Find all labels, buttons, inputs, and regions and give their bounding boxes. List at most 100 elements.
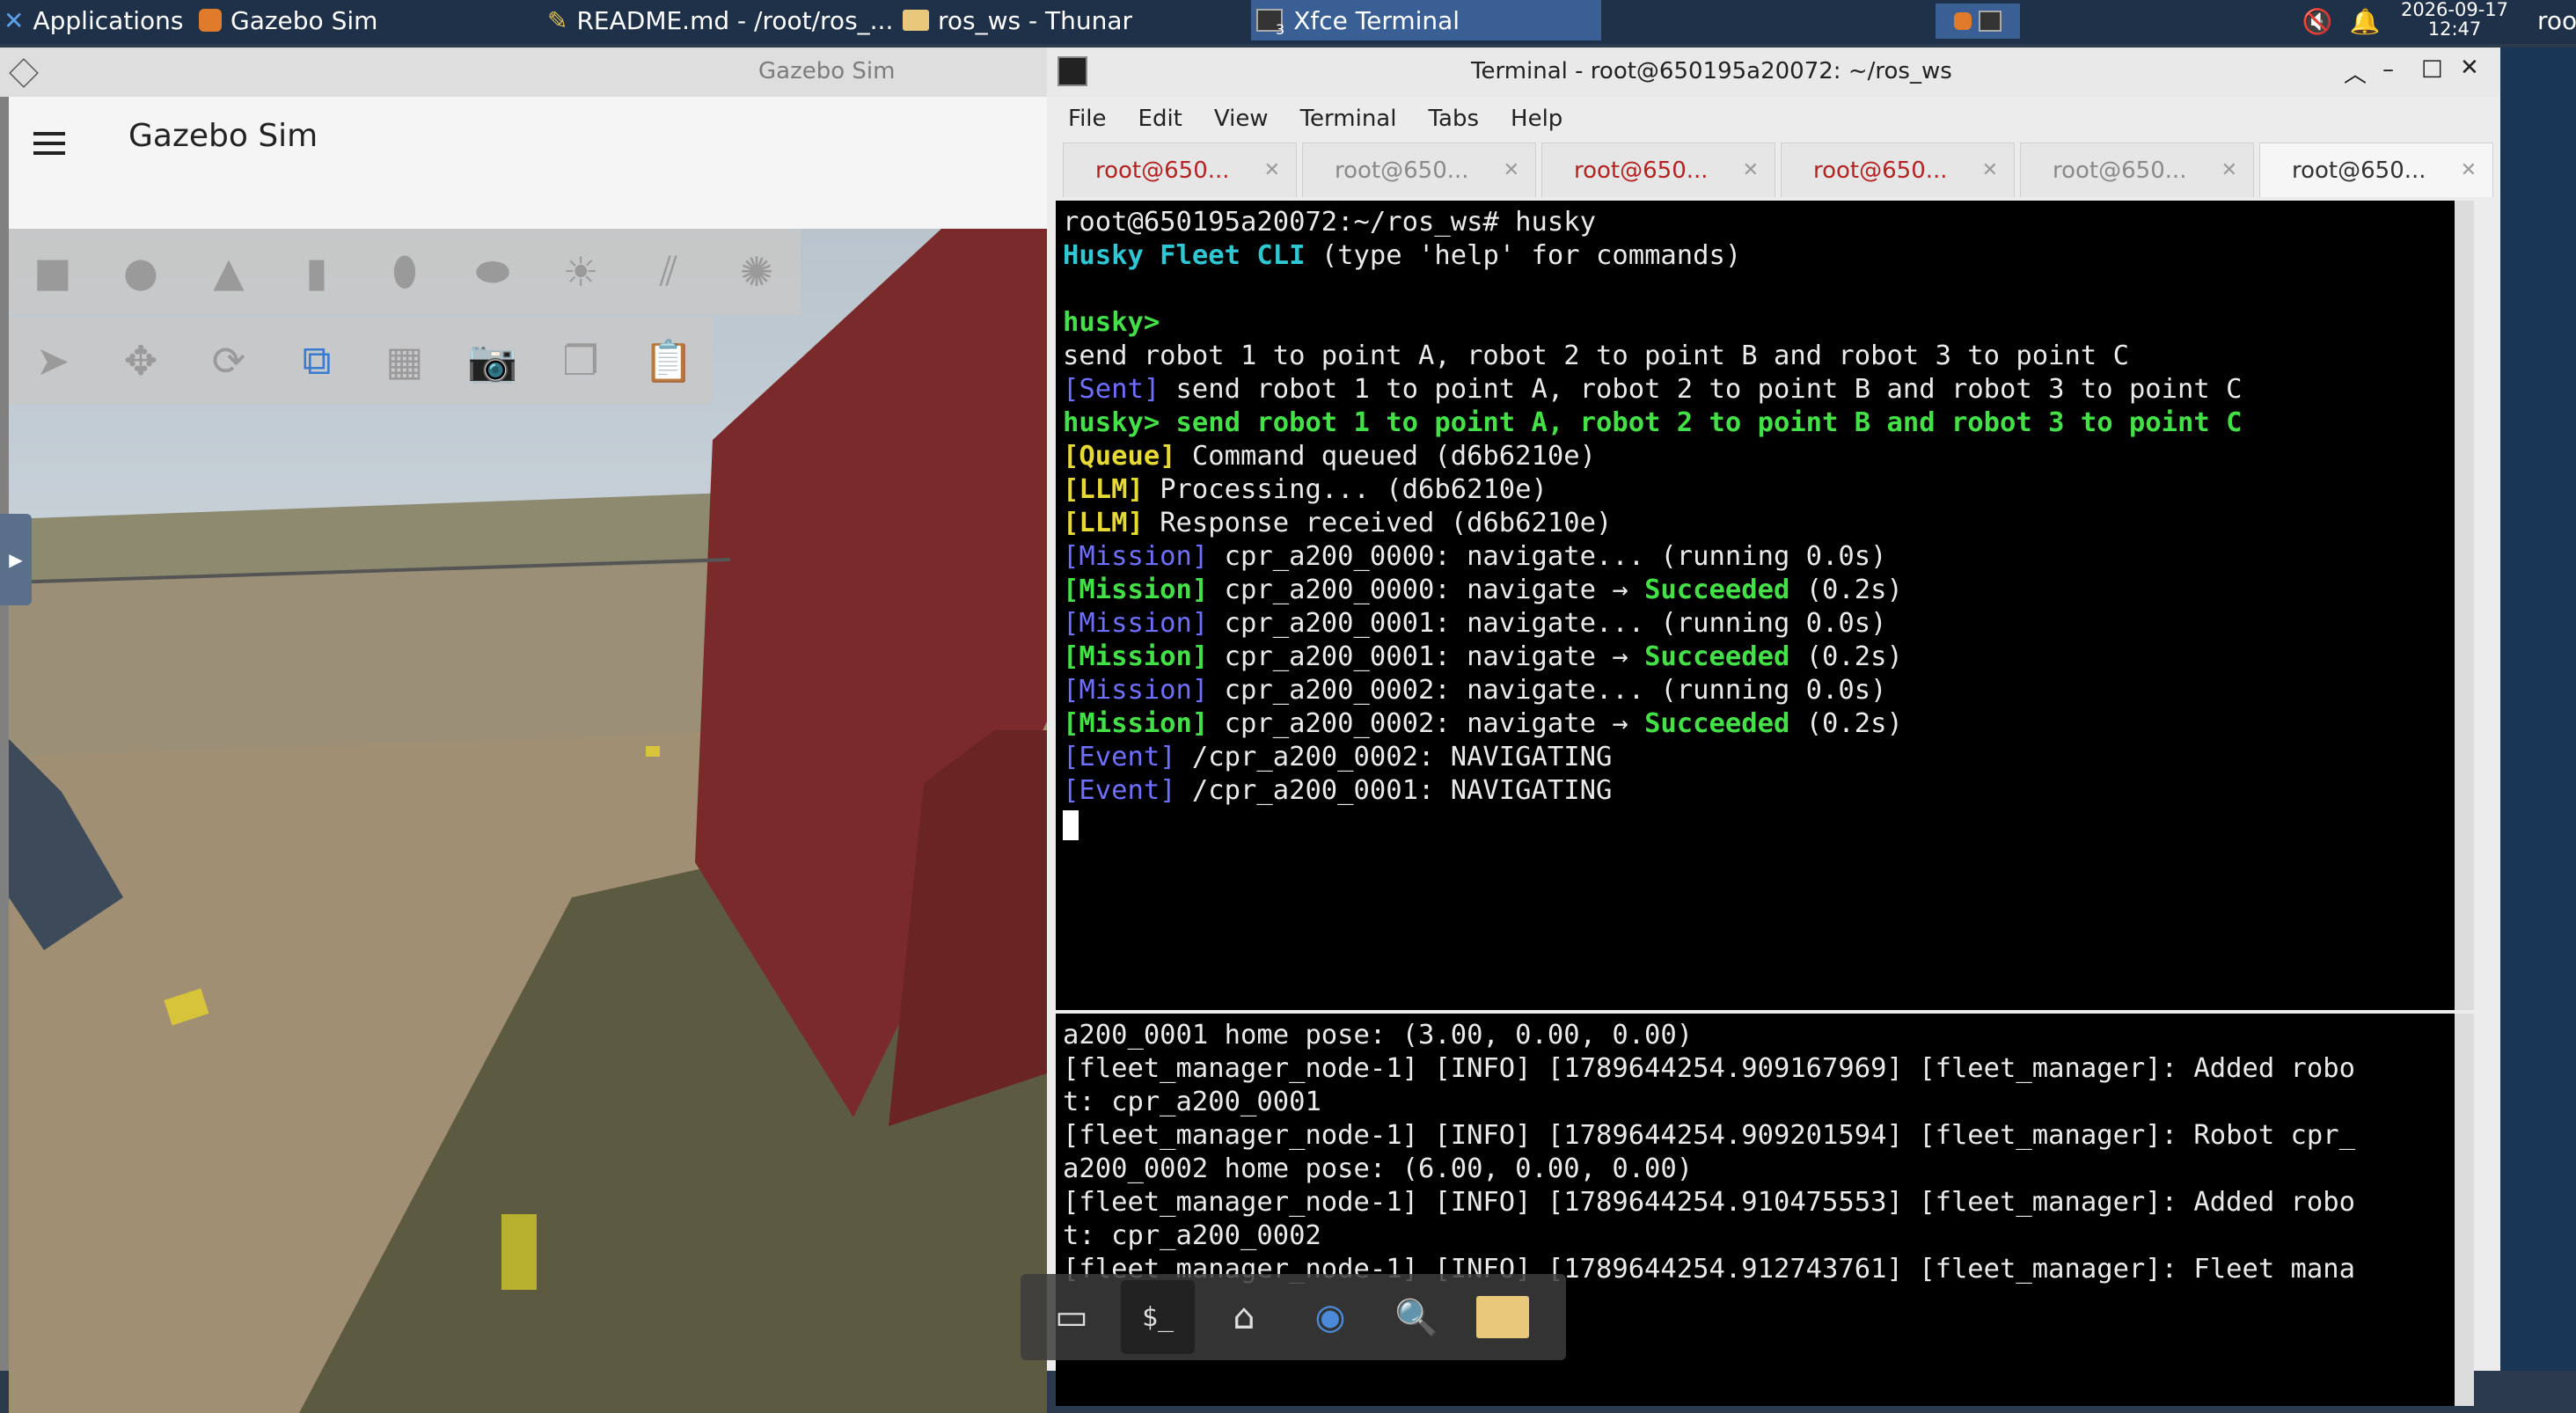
home-folder-icon[interactable]: ⌂ (1207, 1280, 1281, 1354)
menu-tabs[interactable]: Tabs (1428, 106, 1479, 132)
spot-light-icon[interactable]: ✺ (713, 228, 801, 316)
terminal-tab-active[interactable]: root@650... ✕ (2259, 143, 2493, 197)
terminal-output: root@650195a20072:~/ros_ws# husky Husky F… (1063, 206, 2462, 841)
sphere-icon[interactable]: ● (97, 228, 185, 316)
terminal-line: [Event] /cpr_a200_0001: NAVIGATING (1063, 774, 2462, 808)
terminal-text: Succeeded (1644, 641, 1790, 672)
terminal-line: [Mission] cpr_a200_0001: navigate... (ru… (1063, 607, 2462, 641)
scrollbar[interactable] (2455, 1014, 2474, 1406)
tab-label: root@650... (1335, 157, 1469, 184)
tab-label: root@650... (1574, 157, 1709, 184)
terminal-text: cpr_a200_0001: navigate → (1208, 641, 1645, 672)
terminal-tab[interactable]: root@650... ✕ (1063, 143, 1297, 197)
scrollbar[interactable] (2455, 201, 2474, 1010)
user-menu[interactable]: roo (2537, 0, 2576, 40)
grid-icon[interactable]: ▦ (361, 317, 449, 405)
terminal-text: /cpr_a200_0001: NAVIGATING (1175, 775, 1613, 806)
tab-close-icon[interactable]: ✕ (2221, 159, 2237, 181)
applications-menu[interactable]: ✕ Applications (4, 0, 192, 40)
taskbar-item-gazebo[interactable]: Gazebo Sim (199, 0, 533, 40)
user-label: roo (2537, 5, 2576, 35)
box-icon[interactable]: ■ (9, 228, 97, 316)
rotate-icon[interactable]: ⟳ (185, 317, 273, 405)
volume-muted-icon[interactable]: 🔇 (2300, 4, 2335, 39)
file-manager-icon[interactable] (1466, 1280, 1540, 1354)
minimize-icon[interactable]: – (2382, 56, 2394, 83)
search-icon[interactable]: 🔍 (1379, 1280, 1453, 1354)
terminal-line: send robot 1 to point A, robot 2 to poin… (1063, 340, 2462, 373)
screenshot-icon[interactable]: 📷 (449, 317, 537, 405)
directional-light-icon[interactable]: ⫽ (625, 228, 713, 316)
log-line: t: cpr_a200_0002 (1063, 1220, 1321, 1251)
hamburger-menu-icon[interactable] (33, 132, 65, 135)
copy-icon[interactable]: ❐ (537, 317, 625, 405)
terminal-tab[interactable]: root@650... ✕ (1302, 143, 1536, 197)
cylinder-icon[interactable]: ▮ (273, 228, 361, 316)
taskbar-label: README.md - /root/ros_... (576, 5, 894, 35)
select-icon[interactable]: ➤ (9, 317, 97, 405)
tab-close-icon[interactable]: ✕ (2461, 159, 2477, 181)
menu-terminal[interactable]: Terminal (1300, 106, 1397, 132)
taskbar-item-thunar[interactable]: ros_ws - Thunar (903, 0, 1246, 40)
terminal-tab[interactable]: root@650... ✕ (1541, 143, 1775, 197)
close-icon[interactable]: ✕ (2460, 55, 2479, 81)
paste-icon[interactable]: 📋 (625, 317, 713, 405)
web-browser-icon[interactable]: ◉ (1293, 1280, 1367, 1354)
terminal-line: [LLM] Response received (d6b6210e) (1063, 507, 2462, 540)
clock-time: 12:47 (2427, 18, 2482, 40)
terminal-text: cpr_a200_0002: navigate... (running 0.0s… (1208, 675, 1887, 706)
terminal-line: [Mission] cpr_a200_0001: navigate → Succ… (1063, 641, 2462, 674)
taskbar-label: Xfce Terminal (1293, 5, 1460, 35)
taskbar-item-readme[interactable]: ✎ README.md - /root/ros_... (547, 0, 899, 40)
terminal-text: [LLM] (1063, 474, 1144, 505)
tab-close-icon[interactable]: ✕ (1264, 159, 1280, 181)
applications-label: Applications (33, 5, 184, 35)
terminal-text: [Event] (1063, 742, 1176, 772)
tab-close-icon[interactable]: ✕ (1504, 159, 1519, 181)
menu-view[interactable]: View (1214, 106, 1269, 132)
folder-icon (903, 10, 929, 31)
terminal-text: send robot 1 to point A, robot 2 to poin… (1160, 374, 2243, 405)
tab-close-icon[interactable]: ✕ (1743, 159, 1759, 181)
3d-scene-viewport[interactable] (9, 229, 1047, 1413)
gazebo-icon (1954, 12, 1972, 30)
workspace-switcher[interactable] (1936, 4, 2020, 39)
terminal-pane-cli[interactable]: root@650195a20072:~/ros_ws# husky Husky F… (1056, 201, 2474, 1010)
log-line: [fleet_manager_node-1] [INFO] [178964425… (1063, 1053, 2356, 1084)
terminal-text: husky> (1063, 307, 1160, 338)
terminal-output: a200_0001 home pose: (3.00, 0.00, 0.00)[… (1063, 1019, 2462, 1286)
terminal-icon[interactable]: $_ (1121, 1280, 1195, 1354)
translate-icon[interactable]: ✥ (97, 317, 185, 405)
terminal-text: /cpr_a200_0002: NAVIGATING (1175, 742, 1613, 772)
terminal-tab[interactable]: root@650... ✕ (2020, 143, 2254, 197)
terminal-text: [Mission] (1063, 675, 1209, 706)
menu-file[interactable]: File (1068, 106, 1107, 132)
robot-3 (646, 746, 660, 757)
tab-label: root@650... (1813, 157, 1948, 184)
capsule-icon[interactable]: ⬮ (361, 228, 449, 316)
tab-close-icon[interactable]: ✕ (1982, 159, 1998, 181)
gazebo-window-title: Gazebo Sim (758, 58, 896, 84)
show-desktop-icon[interactable]: ▭ (1035, 1280, 1109, 1354)
log-line: a200_0001 home pose: (3.00, 0.00, 0.00) (1063, 1020, 1694, 1051)
sun-light-icon[interactable]: ☀ (537, 228, 625, 316)
tab-label: root@650... (2053, 157, 2187, 184)
menu-edit[interactable]: Edit (1138, 106, 1182, 132)
shade-icon[interactable]: ︿ (2344, 56, 2367, 89)
text-cursor (1063, 809, 1079, 840)
cone-icon[interactable]: ▲ (185, 228, 273, 316)
maximize-icon[interactable]: □ (2421, 55, 2443, 81)
text-editor-icon: ✎ (547, 5, 568, 35)
ellipsoid-icon[interactable]: ⬬ (449, 228, 537, 316)
taskbar-item-terminal[interactable]: 3 Xfce Terminal (1251, 0, 1601, 40)
notification-bell-icon[interactable]: 🔔 (2347, 4, 2382, 39)
menu-help[interactable]: Help (1511, 106, 1562, 132)
terminal-tab[interactable]: root@650... ✕ (1781, 143, 2015, 197)
side-panel-toggle-icon[interactable]: ▶ (0, 514, 32, 605)
terminal-tabs: root@650... ✕ root@650... ✕ root@650... ✕ r… (1063, 143, 2493, 201)
terminal-text: (0.2s) (1789, 575, 1903, 605)
snap-icon[interactable]: ⧉ (273, 317, 361, 405)
clock[interactable]: 2026-09-17 12:47 (2393, 0, 2516, 40)
terminal-text: [Mission] (1063, 641, 1209, 672)
log-line: a200_0002 home pose: (6.00, 0.00, 0.00) (1063, 1153, 1694, 1184)
